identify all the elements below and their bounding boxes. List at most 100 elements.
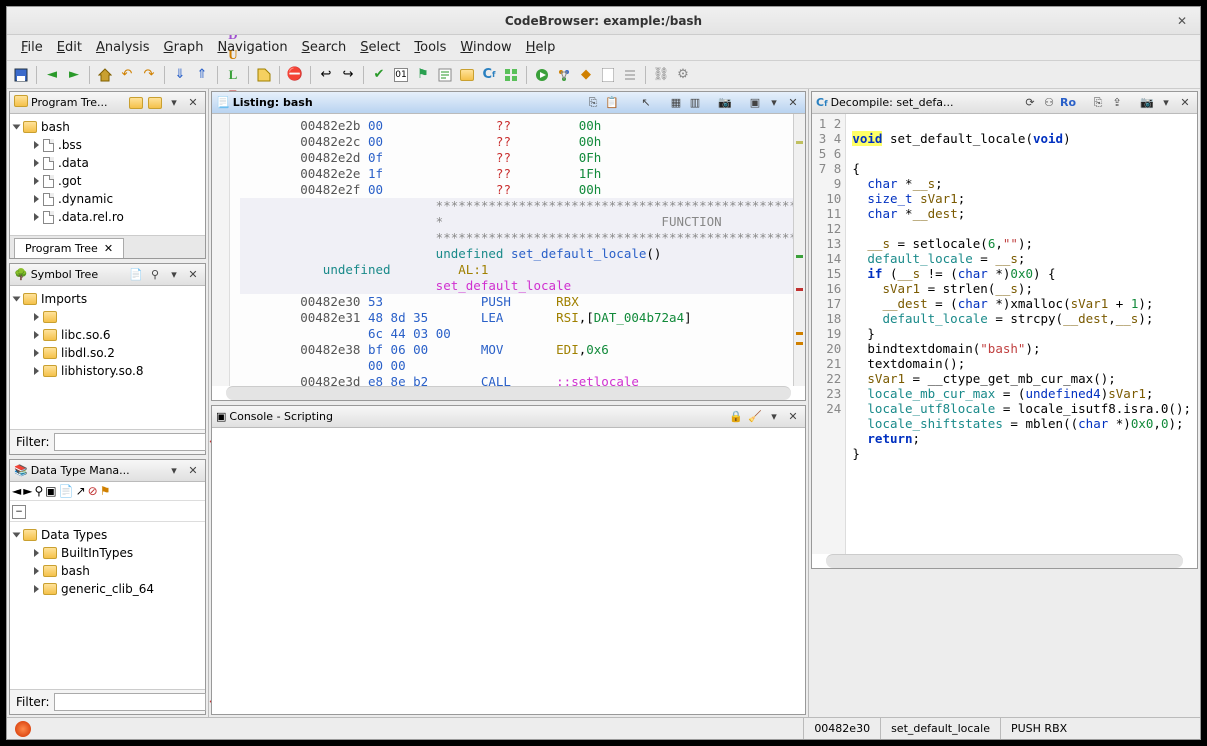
- cursor-icon[interactable]: ↖: [638, 95, 654, 111]
- console-body[interactable]: [212, 428, 805, 714]
- close-icon[interactable]: ✕: [785, 95, 801, 111]
- copy-icon[interactable]: ⎘: [585, 95, 601, 111]
- menu-graph[interactable]: Graph: [158, 37, 210, 58]
- tree-item[interactable]: bash: [14, 562, 201, 580]
- tree-item[interactable]: .bss: [14, 136, 201, 154]
- tree-item[interactable]: .data.rel.ro: [14, 208, 201, 226]
- tab-program-tree[interactable]: Program Tree ✕: [14, 238, 124, 258]
- blocks-icon[interactable]: [501, 65, 521, 85]
- new-folder-icon[interactable]: [128, 95, 144, 111]
- close-icon[interactable]: ✕: [185, 95, 201, 111]
- redo-icon[interactable]: ↷: [139, 65, 159, 85]
- home-icon[interactable]: [95, 65, 115, 85]
- menu-icon[interactable]: ▾: [166, 95, 182, 111]
- hscrollbar[interactable]: [826, 554, 1183, 568]
- program-tree[interactable]: bash .bss .data .got .dynamic .data.rel.…: [10, 114, 205, 235]
- menu-select[interactable]: Select: [354, 37, 406, 58]
- run-icon[interactable]: [532, 65, 552, 85]
- link-icon[interactable]: ⛓: [651, 65, 671, 85]
- snapshot-icon[interactable]: 📷: [1139, 95, 1155, 111]
- collapse-icon[interactable]: ▣: [45, 484, 56, 498]
- tree-item[interactable]: libhistory.so.8: [14, 362, 201, 380]
- toggle2-icon[interactable]: ▥: [687, 95, 703, 111]
- bytes-icon[interactable]: 01: [391, 65, 411, 85]
- menu-icon[interactable]: ▾: [1158, 95, 1174, 111]
- back-icon[interactable]: ◄: [12, 484, 21, 498]
- list-icon[interactable]: [620, 65, 640, 85]
- menu-help[interactable]: Help: [520, 37, 562, 58]
- gear-icon[interactable]: ⚙: [673, 65, 693, 85]
- bookmark-icon[interactable]: ⚑: [413, 65, 433, 85]
- graph-icon[interactable]: ⚇: [1041, 95, 1057, 111]
- paste-icon[interactable]: 📋: [604, 95, 620, 111]
- hscrollbar[interactable]: [226, 386, 791, 400]
- menu-icon[interactable]: ▾: [166, 463, 182, 479]
- flag-icon[interactable]: ⚑: [100, 484, 111, 498]
- tree-item[interactable]: .dynamic: [14, 190, 201, 208]
- tree-item[interactable]: BuiltInTypes: [14, 544, 201, 562]
- menu-tools[interactable]: Tools: [408, 37, 452, 58]
- dtm-filter-input[interactable]: [54, 693, 206, 711]
- symbol-filter-input[interactable]: [54, 433, 206, 451]
- decompile-view[interactable]: 1 2 3 4 5 6 7 8 9 10 11 12 13 14 15 16 1…: [812, 114, 1197, 554]
- menu-icon[interactable]: ▾: [766, 95, 782, 111]
- tree-item[interactable]: .got: [14, 172, 201, 190]
- symbol-tree[interactable]: Imports libc.so.6 libdl.so.2 libhistory.…: [10, 286, 205, 429]
- fn-icon[interactable]: Cf: [479, 65, 499, 85]
- snapshot-icon[interactable]: 📷: [717, 95, 733, 111]
- menu-file[interactable]: File: [15, 37, 49, 58]
- filter-icon[interactable]: ⚲: [147, 267, 163, 283]
- close-icon[interactable]: ✕: [785, 409, 801, 425]
- overview-strip[interactable]: [793, 114, 805, 386]
- letter-u-button[interactable]: U: [223, 45, 243, 65]
- doc-icon[interactable]: [598, 65, 618, 85]
- tree-item[interactable]: libc.so.6: [14, 326, 201, 344]
- tree-item[interactable]: [14, 308, 201, 326]
- script-icon[interactable]: [435, 65, 455, 85]
- arrow-icon[interactable]: ↗: [76, 484, 86, 498]
- menu-icon[interactable]: ▾: [166, 267, 182, 283]
- tag-icon[interactable]: [254, 65, 274, 85]
- menu-analysis[interactable]: Analysis: [90, 37, 156, 58]
- off-icon[interactable]: ⊘: [88, 484, 98, 498]
- open-folder-icon[interactable]: [147, 95, 163, 111]
- folder-icon[interactable]: [457, 65, 477, 85]
- forward-icon[interactable]: ►: [64, 65, 84, 85]
- tree-root[interactable]: bash: [14, 118, 201, 136]
- doc-icon[interactable]: 📄: [59, 484, 74, 498]
- next-diff-icon[interactable]: ↪: [338, 65, 358, 85]
- letter-l-button[interactable]: L: [223, 65, 243, 85]
- nav-up-icon[interactable]: ⇑: [192, 65, 212, 85]
- tree-item[interactable]: generic_clib_64: [14, 580, 201, 598]
- close-icon[interactable]: ✕: [185, 463, 201, 479]
- lock-icon[interactable]: 🔒: [728, 409, 744, 425]
- minus-icon[interactable]: −: [12, 505, 26, 519]
- prev-diff-icon[interactable]: ↩: [316, 65, 336, 85]
- new-icon[interactable]: 📄: [128, 267, 144, 283]
- listing-view[interactable]: 00482e2b 00 ?? 00h 00482e2c 00 ?? 00h 00…: [230, 114, 793, 386]
- tree-root[interactable]: Data Types: [14, 526, 201, 544]
- diamond-icon[interactable]: ◆: [576, 65, 596, 85]
- graph-icon[interactable]: [554, 65, 574, 85]
- window-close-icon[interactable]: ✕: [1172, 11, 1192, 31]
- menu-search[interactable]: Search: [296, 37, 353, 58]
- tree-item[interactable]: libdl.so.2: [14, 344, 201, 362]
- settings-icon[interactable]: ▣: [747, 95, 763, 111]
- nav-down-icon[interactable]: ⇓: [170, 65, 190, 85]
- menu-icon[interactable]: ▾: [766, 409, 782, 425]
- rename-icon[interactable]: Ro: [1060, 95, 1076, 111]
- close-icon[interactable]: ✕: [1177, 95, 1193, 111]
- save-icon[interactable]: [11, 65, 31, 85]
- tree-item[interactable]: .data: [14, 154, 201, 172]
- close-icon[interactable]: ✕: [185, 267, 201, 283]
- menu-edit[interactable]: Edit: [51, 37, 88, 58]
- export-icon[interactable]: ⇪: [1109, 95, 1125, 111]
- forward-icon[interactable]: ►: [23, 484, 32, 498]
- stop-icon[interactable]: ⛔: [285, 65, 305, 85]
- undo-icon[interactable]: ↶: [117, 65, 137, 85]
- clear-icon[interactable]: 🧹: [747, 409, 763, 425]
- menu-window[interactable]: Window: [454, 37, 517, 58]
- close-icon[interactable]: ✕: [104, 242, 113, 255]
- check-icon[interactable]: ✔: [369, 65, 389, 85]
- toggle1-icon[interactable]: ▦: [668, 95, 684, 111]
